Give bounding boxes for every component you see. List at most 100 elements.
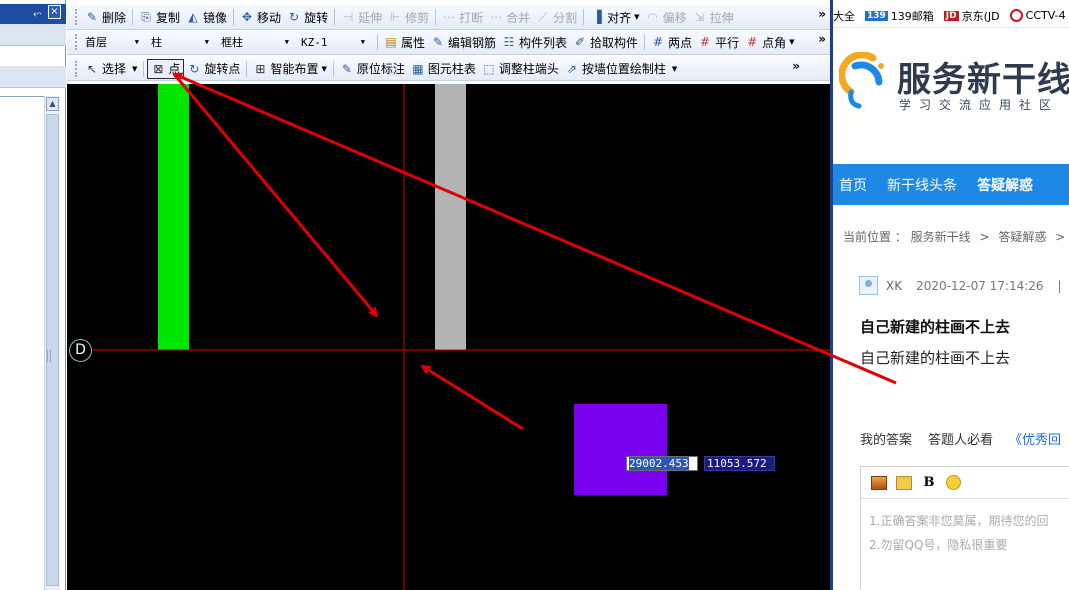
column-table-icon: ▦: [412, 61, 424, 76]
align-button[interactable]: ▐ 对齐 ▼: [587, 7, 642, 27]
avatar[interactable]: [859, 276, 878, 295]
edit-rebar-icon: ✎: [432, 35, 444, 49]
splitter-grip[interactable]: [47, 350, 51, 362]
extend-button[interactable]: ⊣ 延伸: [338, 7, 385, 27]
delete-button[interactable]: ✎ 删除: [82, 7, 129, 27]
smart-layout-button[interactable]: ⊞ 智能布置 ▼: [250, 59, 329, 79]
type-value: 框柱: [221, 36, 243, 49]
toolbar-overflow-icon[interactable]: »: [792, 59, 800, 73]
category-select[interactable]: 柱 ▼: [148, 33, 212, 52]
chevron-down-icon: ▼: [132, 64, 138, 73]
toolbar-overflow-icon[interactable]: »: [818, 7, 826, 21]
point-icon: ⊠: [153, 61, 164, 76]
canvas-graphics: [92, 84, 830, 590]
editor-placeholder[interactable]: 1.正确答案非您莫属，期待您的回 2.勿留QQ号，隐私很重要: [861, 499, 1069, 567]
eraser-icon: ✎: [86, 10, 98, 24]
edit-rebar-button[interactable]: ✎ 编辑钢筋: [428, 32, 499, 52]
mail-139-icon: 139: [865, 10, 888, 21]
offset-label: 偏移: [662, 10, 687, 25]
pick-component-button[interactable]: ✐ 拾取构件: [570, 32, 641, 52]
breadcrumb: 当前位置 ： 服务新干线 > 答疑解惑 > 详情: [843, 228, 1069, 245]
bookmarks-bar: 大全 139 139邮箱 JD 京东(JD CCTV-4: [833, 4, 1069, 28]
drawing-canvas[interactable]: D 29002.453 11053.572: [67, 84, 830, 590]
trim-button[interactable]: ⊩ 修剪: [385, 7, 432, 27]
nav-home[interactable]: 首页: [833, 175, 873, 195]
category-value: 柱: [151, 36, 162, 49]
pin-icon[interactable]: ⬿: [33, 7, 42, 21]
properties-button[interactable]: ▤ 属性: [381, 32, 428, 52]
component-tree[interactable]: [0, 96, 44, 590]
chevron-down-icon: ▼: [789, 38, 795, 46]
nav-headlines[interactable]: 新干线头条: [881, 175, 963, 195]
panel-titlebar: ⬿ ×: [0, 4, 66, 24]
original-label-button[interactable]: ✎ 原位标注: [337, 59, 408, 79]
scroll-up-icon[interactable]: ▲: [46, 97, 59, 111]
logo-subtitle: 学习交流应用社区: [899, 98, 1060, 112]
mirror-icon: ◭: [188, 10, 198, 24]
select-button[interactable]: ↖ 选择 ▼: [82, 59, 140, 79]
move-button[interactable]: ✥ 移动: [237, 7, 284, 27]
component-toolbar: 首层 ▼ 柱 ▼ 框柱 ▼ KZ-1 ▼ ▤ 属性 ✎ 编辑钢筋 ☷ 构件列表 ✐ 拾取构件 #…: [67, 30, 830, 55]
point-button[interactable]: ⊠ 点: [147, 58, 185, 79]
coord-x-input[interactable]: 29002.453: [626, 456, 698, 471]
column-table-label: 图元柱表: [427, 62, 476, 76]
post-time: 2020-12-07 17:14:26: [916, 278, 1044, 293]
offset-icon: ◠: [647, 10, 658, 24]
column-table-button[interactable]: ▦ 图元柱表: [408, 59, 479, 79]
point-angle-button[interactable]: # 点角 ▼: [742, 32, 797, 52]
close-icon[interactable]: ×: [48, 5, 61, 19]
file-icon[interactable]: [896, 475, 912, 490]
post-title: 自己新建的柱画不上去: [860, 318, 1011, 336]
post-user[interactable]: XK: [886, 279, 902, 293]
image-icon[interactable]: [871, 475, 887, 490]
chevron-down-icon: ▼: [671, 64, 678, 73]
chevron-down-icon: ▼: [204, 38, 209, 46]
toolbar-overflow-icon[interactable]: »: [818, 32, 826, 46]
site-logo[interactable]: 服务新干线 学习交流应用社区: [839, 52, 1069, 122]
draw-by-wall-button[interactable]: ⇗ 按墙位置绘制柱 ▼: [562, 59, 680, 79]
bookmark-jd[interactable]: JD 京东(JD: [943, 8, 1000, 24]
break-button[interactable]: ⋯ 打断: [439, 7, 486, 27]
mirror-button[interactable]: ◭ 镜像: [183, 7, 230, 27]
breadcrumb-link[interactable]: 服务新干线: [911, 230, 971, 244]
answer-editor[interactable]: B 1.正确答案非您莫属，期待您的回 2.勿留QQ号，隐私很重要: [860, 466, 1069, 590]
toolbar-grip[interactable]: [75, 34, 78, 50]
adjust-column-end-label: 调整柱端头: [498, 62, 559, 76]
coord-y-input[interactable]: 11053.572: [704, 456, 775, 471]
logo-mark-icon: [839, 52, 884, 109]
component-list-button[interactable]: ☷ 构件列表: [499, 32, 570, 52]
axis-label-d: D: [69, 339, 92, 362]
stretch-button[interactable]: ⇲ 拉伸: [690, 7, 737, 27]
cursor-icon: ↖: [86, 61, 98, 76]
tab-must-read[interactable]: 答题人必看: [928, 429, 993, 448]
bookmark-cctv[interactable]: CCTV-4: [1009, 9, 1066, 22]
type-select[interactable]: 框柱 ▼: [218, 33, 292, 52]
bookmark-139-mail[interactable]: 139 139邮箱: [865, 8, 934, 24]
breadcrumb-link[interactable]: 答疑解惑: [998, 230, 1046, 244]
parallel-button[interactable]: # 平行: [695, 32, 742, 52]
rotate-point-button[interactable]: ↻ 旋转点: [184, 59, 243, 79]
merge-button[interactable]: ⋯ 合并: [486, 7, 533, 27]
left-panel: ⬿ × ▲: [0, 0, 66, 590]
emoji-icon[interactable]: [946, 475, 961, 490]
tab-my-answer[interactable]: 我的答案: [860, 429, 912, 448]
two-point-button[interactable]: # 两点: [648, 32, 695, 52]
component-select[interactable]: KZ-1 ▼: [298, 33, 368, 52]
original-label-icon: ✎: [341, 61, 352, 76]
bookmark-daquan[interactable]: 大全: [833, 8, 855, 24]
nav-qa[interactable]: 答疑解惑: [971, 175, 1039, 195]
toolbar-grip[interactable]: [75, 9, 78, 25]
floor-select[interactable]: 首层 ▼: [82, 33, 142, 52]
properties-label: 属性: [401, 35, 426, 50]
bold-icon[interactable]: B: [921, 475, 937, 490]
offset-button[interactable]: ◠ 偏移: [643, 7, 690, 27]
hint-line: 2.勿留QQ号，隐私很重要: [869, 538, 1008, 552]
tab-excellent[interactable]: 《优秀回: [1009, 429, 1061, 448]
panel-scrollbar[interactable]: ▲: [44, 96, 60, 590]
split-button[interactable]: ⟋ 分割: [533, 7, 580, 27]
copy-button[interactable]: ⎘ 复制: [136, 7, 183, 27]
adjust-column-end-button[interactable]: ⬚ 调整柱端头: [479, 59, 562, 79]
rotate-button[interactable]: ↻ 旋转: [284, 7, 331, 27]
meta-divider: |: [1057, 278, 1062, 293]
toolbar-grip[interactable]: [75, 60, 78, 77]
